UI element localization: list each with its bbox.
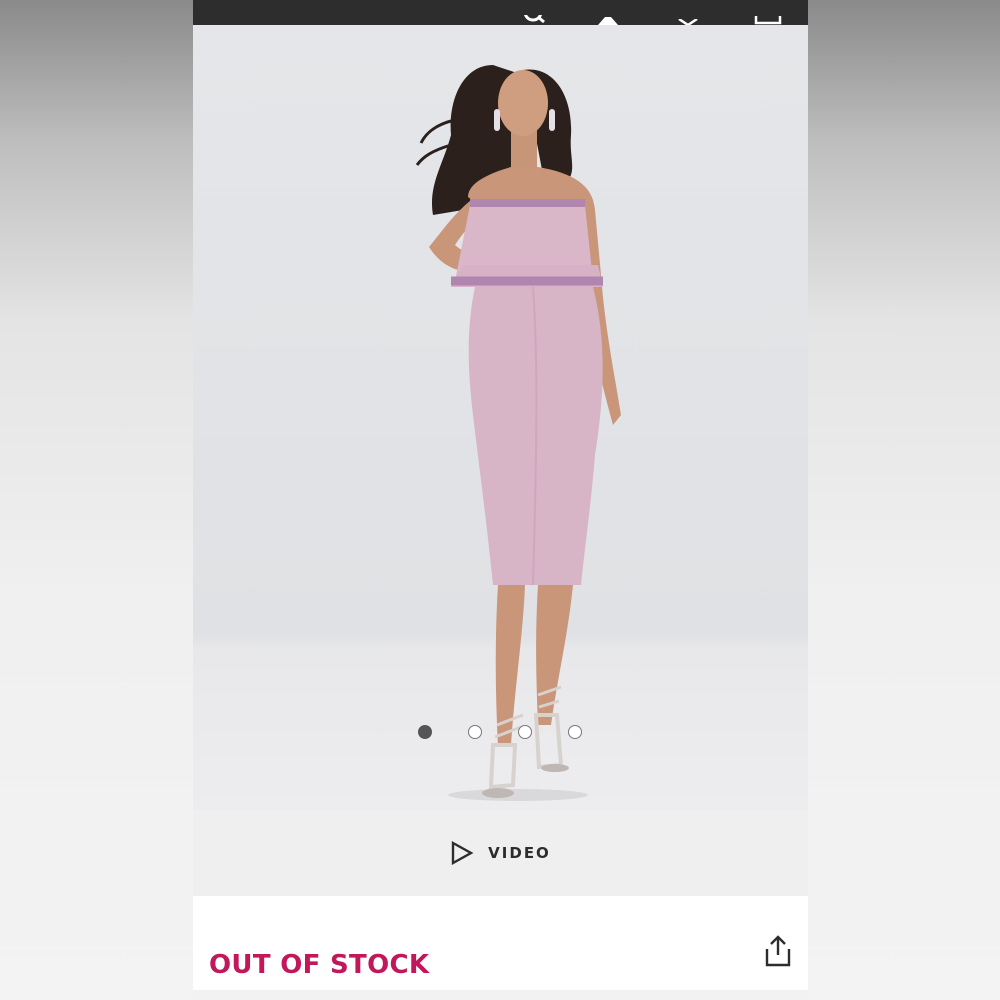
account-icon[interactable] (595, 17, 621, 25)
top-navigation-bar (193, 0, 808, 25)
bottom-edge (193, 990, 808, 1000)
bag-icon[interactable] (753, 16, 783, 25)
share-icon[interactable] (763, 934, 793, 968)
stock-status: OUT OF STOCK (209, 950, 430, 980)
gallery-dot-2[interactable] (468, 725, 482, 739)
gallery-dot-1[interactable] (418, 725, 432, 739)
product-image (415, 65, 621, 801)
product-info-section: OUT OF STOCK (193, 896, 808, 1000)
play-icon (451, 841, 474, 865)
product-image-gallery[interactable] (193, 25, 808, 810)
video-label: VIDEO (488, 844, 551, 862)
search-icon[interactable] (523, 15, 549, 25)
gallery-pagination (193, 725, 808, 743)
gallery-dot-3[interactable] (518, 725, 532, 739)
phone-screen: VIDEO OUT OF STOCK (193, 0, 808, 1000)
video-button[interactable]: VIDEO (193, 810, 808, 896)
gallery-dot-4[interactable] (568, 725, 582, 739)
